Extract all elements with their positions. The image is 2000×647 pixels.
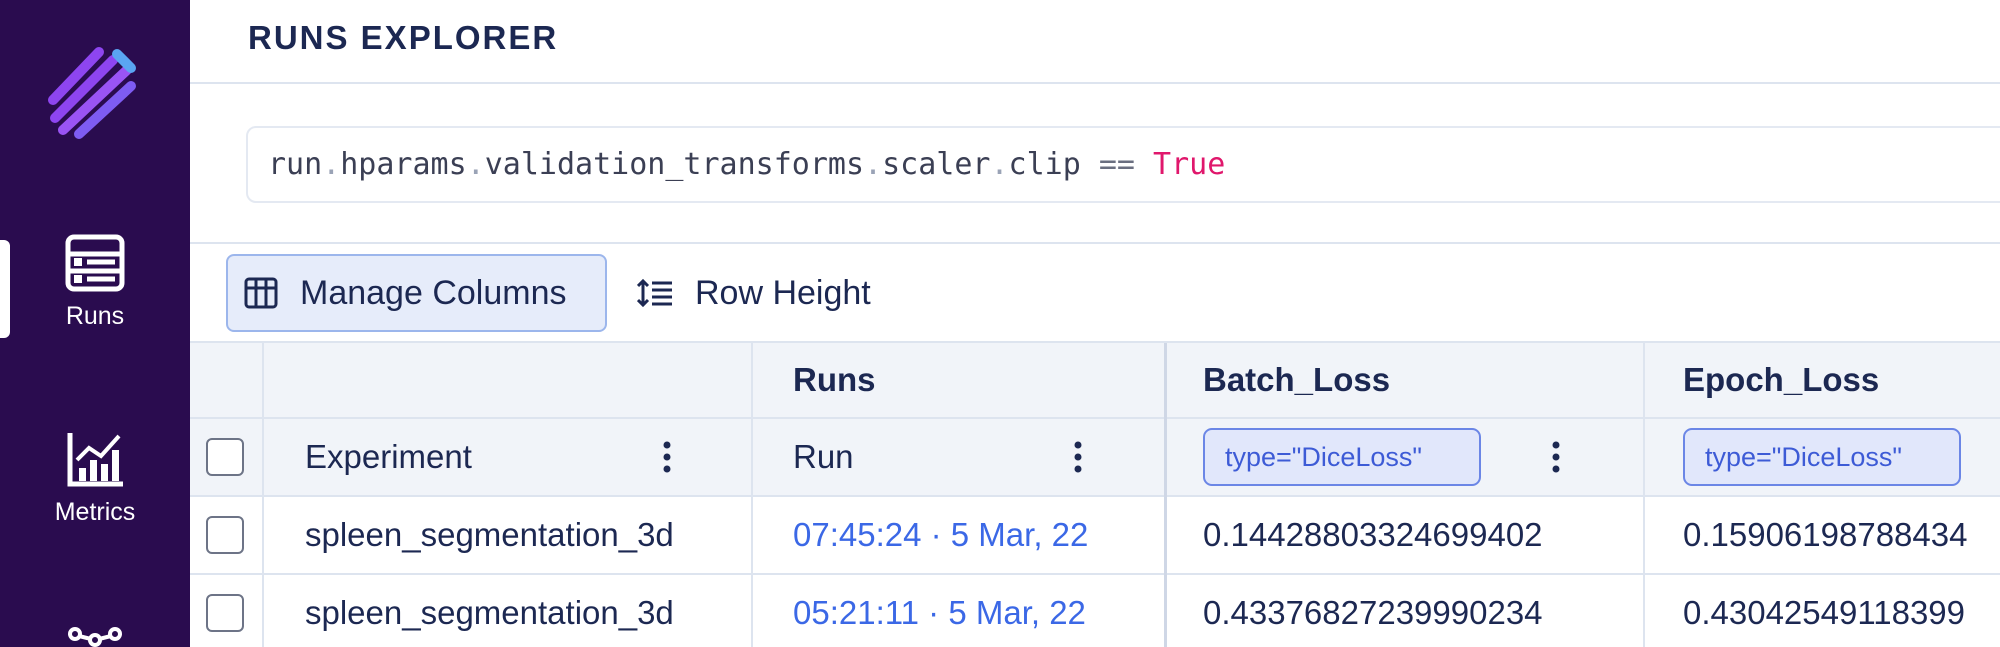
row-checkbox[interactable] [206,516,244,554]
query-token: scaler [882,147,991,182]
select-all-checkbox[interactable] [206,438,244,476]
column-divider [751,343,753,647]
query-token: hparams [340,147,467,182]
experiment-cell: spleen_segmentation_3d [305,594,674,631]
group-header-runs: Runs [793,361,876,398]
columns-icon [244,277,278,309]
query-token: clip [1008,147,1081,182]
table-column-header-row: Experiment Run type="DiceLoss" type="Dic… [190,419,2000,497]
sidebar-item-label: Runs [65,302,125,330]
query-token: run [268,147,323,182]
query-operator: == [1080,147,1154,182]
bar-chart-icon [67,433,123,487]
column-divider [262,343,264,647]
query-token: validation_transforms [484,147,865,182]
table-row[interactable]: spleen_segmentation_3d 05:21:11 · 5 Mar,… [190,575,2000,647]
network-icon [68,627,122,647]
query-area: run.hparams.validation_transforms.scaler… [190,86,2000,244]
column-header-run[interactable]: Run [793,419,854,495]
table-group-header-row: Runs Batch_Loss Epoch_Loss [190,343,2000,419]
row-select-cell [206,497,244,573]
experiment-cell: spleen_segmentation_3d [305,516,674,553]
row-height-button[interactable]: Row Height [637,254,871,332]
row-select-cell [206,575,244,647]
row-height-icon [637,278,672,308]
table-list-icon [65,234,125,292]
run-column-menu[interactable] [1073,419,1083,495]
sidebar-item-metrics[interactable]: Metrics [0,430,190,527]
aim-logo[interactable] [47,42,145,142]
experiment-column-menu[interactable] [662,419,672,495]
batch-loss-value: 0.43376827239990234 [1203,594,1543,631]
query-token: . [864,147,883,182]
query-token: . [990,147,1009,182]
metric-context-tag[interactable]: type="DiceLoss" [1683,428,1961,486]
query-text[interactable]: run.hparams.validation_transforms.scaler… [268,147,1225,182]
batch-loss-tag-cell: type="DiceLoss" [1203,419,1481,495]
kebab-menu-icon [663,441,671,473]
run-link[interactable]: 05:21:11 · 5 Mar, 22 [793,575,1086,647]
row-checkbox[interactable] [206,594,244,632]
batch-loss-value: 0.14428803324699402 [1203,516,1543,553]
metric-context-tag[interactable]: type="DiceLoss" [1203,428,1481,486]
kebab-menu-icon [1552,441,1560,473]
sidebar-item-runs[interactable]: Runs [0,234,190,331]
query-token: . [322,147,341,182]
epoch-loss-value: 0.43042549118399 [1683,594,1966,631]
epoch-loss-tag-cell: type="DiceLoss" [1683,419,1961,495]
group-header-epoch-loss: Epoch_Loss [1683,361,1880,398]
column-divider [1643,343,1645,647]
row-height-label: Row Height [695,273,871,312]
page-header: RUNS EXPLORER [190,0,2000,84]
query-editor[interactable]: run.hparams.validation_transforms.scaler… [246,126,2000,203]
table-toolbar: Manage Columns Row Height [190,246,2000,341]
page-title: RUNS EXPLORER [248,19,559,56]
runs-table: Runs Batch_Loss Epoch_Loss Experiment Ru… [190,341,2000,647]
sidebar-item-label: Metrics [54,498,136,526]
sidebar-item-network[interactable] [0,626,190,647]
manage-columns-button[interactable]: Manage Columns [226,254,607,332]
select-all-cell [206,419,244,495]
sidebar: Runs Metrics [0,0,190,647]
run-link[interactable]: 07:45:24 · 5 Mar, 22 [793,497,1088,573]
batch-loss-column-menu[interactable] [1551,419,1561,495]
epoch-loss-value: 0.15906198788434 [1683,516,1968,553]
column-divider[interactable] [1164,343,1167,647]
column-header-experiment[interactable]: Experiment [305,419,472,495]
query-token: . [466,147,485,182]
table-row[interactable]: spleen_segmentation_3d 07:45:24 · 5 Mar,… [190,497,2000,575]
kebab-menu-icon [1074,441,1082,473]
manage-columns-label: Manage Columns [300,273,567,312]
query-boolean: True [1153,147,1226,182]
group-header-batch-loss: Batch_Loss [1203,361,1391,398]
